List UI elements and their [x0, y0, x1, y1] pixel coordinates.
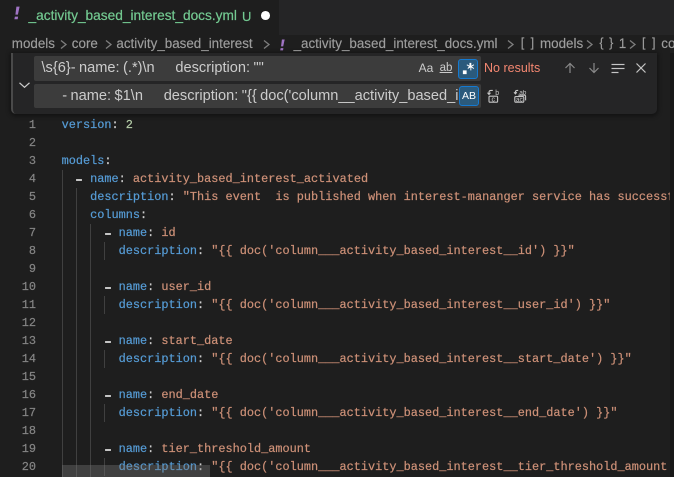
svg-text:ac: ac	[516, 96, 524, 103]
svg-text:c: c	[492, 96, 496, 103]
svg-text:b: b	[495, 90, 499, 97]
